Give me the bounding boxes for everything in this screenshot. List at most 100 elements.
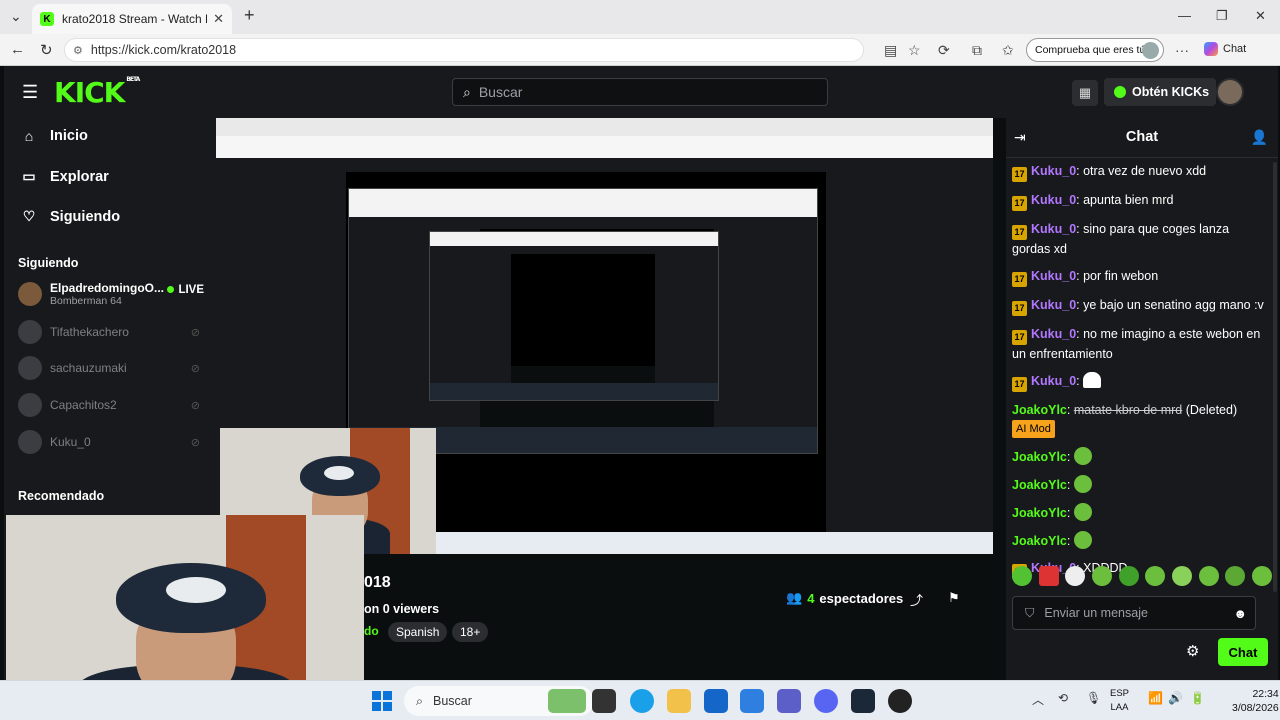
chat-panel: ⇥ Chat 👤 17 Kuku_0: otra vez de nuevo xdd… <box>1006 118 1278 680</box>
kick-logo[interactable]: KICK BETA <box>54 76 140 109</box>
share-icon[interactable]: ⤴ <box>910 590 923 609</box>
wifi-icon[interactable]: 📶 <box>1148 691 1163 705</box>
sidebar-item-explorar[interactable]: ▭ Explorar <box>20 168 108 185</box>
emote-icon[interactable] <box>1171 566 1192 586</box>
extensions-icon[interactable]: ⟳ <box>938 42 950 59</box>
emote-icon[interactable] <box>1198 566 1219 586</box>
close-window-icon[interactable]: ✕ <box>1255 8 1266 24</box>
chat-message-deleted: JoakoYlc: matate kbro de mrd (Deleted) A… <box>1012 401 1270 438</box>
reader-mode-icon[interactable]: ▤ <box>884 42 897 59</box>
browser-tab[interactable]: K krato2018 Stream - Watch Live on ✕ <box>32 4 232 34</box>
emote-icon[interactable] <box>1038 566 1059 586</box>
copilot-chat-button[interactable]: Chat <box>1204 42 1246 56</box>
language-indicator[interactable]: ESP LAA <box>1110 687 1129 715</box>
sidebar-item-inicio[interactable]: ⌂ Inicio <box>20 128 88 144</box>
chat-message-input[interactable]: ⛉ Enviar un mensaje ☻ <box>1012 596 1256 630</box>
chat-scrollbar[interactable] <box>1273 162 1277 592</box>
start-button[interactable] <box>372 691 392 711</box>
obs-icon[interactable] <box>888 689 912 713</box>
url-text: https://kick.com/krato2018 <box>90 43 237 57</box>
channel-avatar <box>18 320 42 344</box>
captured-chat <box>826 172 993 554</box>
chat-message: JoakoYlc: <box>1012 503 1270 522</box>
channel-avatar <box>18 282 42 306</box>
chat-messages: 17 Kuku_0: otra vez de nuevo xdd 17 Kuku_0… <box>1012 162 1270 588</box>
tag-spanish[interactable]: Spanish <box>388 622 448 642</box>
offline-icon: ⊘ <box>190 399 200 412</box>
channel-avatar <box>18 393 42 417</box>
chat-message: 17 Kuku_0: ye bajo un senatino agg mano :… <box>1012 296 1270 316</box>
offline-icon: ⊘ <box>190 326 200 339</box>
split-screen-icon[interactable]: ⧉ <box>972 42 982 59</box>
emote-icon[interactable] <box>1251 566 1272 586</box>
teams-icon[interactable] <box>777 689 801 713</box>
captured-kick-header <box>216 158 993 172</box>
new-tab-icon[interactable]: + <box>244 5 255 26</box>
sync-icon[interactable]: ⟲ <box>1058 691 1068 705</box>
search-icon: ⌕ <box>416 693 424 708</box>
minimize-icon[interactable]: — <box>1178 8 1191 23</box>
shield-icon: ⛉ <box>1025 605 1035 620</box>
emote-icon[interactable] <box>1065 566 1086 586</box>
mic-icon[interactable]: 🎙 <box>1086 691 1101 705</box>
windows-taskbar: ⌕ Buscar ︿ ⟲ 🎙 ESP LAA 📶 🔊 🔋 22:34 3/08/… <box>0 680 1280 720</box>
steam-icon[interactable] <box>851 689 875 713</box>
more-menu-icon[interactable]: ··· <box>1175 42 1189 58</box>
sidebar-item-siguiendo[interactable]: ♡ Siguiendo <box>20 208 120 225</box>
chat-message: 17 Kuku_0: <box>1012 372 1270 392</box>
chat-settings-icon[interactable]: ⚙ <box>1186 642 1199 660</box>
tray-expand-icon[interactable]: ︿ <box>1032 691 1044 708</box>
get-kicks-button[interactable]: Obtén KICKs <box>1104 78 1216 106</box>
channel-item[interactable]: Capachitos2 ⊘ <box>18 391 214 419</box>
task-view-icon[interactable] <box>592 689 616 713</box>
emote-icon[interactable] <box>1225 566 1246 586</box>
follow-icon[interactable]: ⚑ <box>948 590 960 606</box>
ai-mod-badge: AI Mod <box>1012 420 1055 438</box>
address-bar[interactable]: ⚙ https://kick.com/krato2018 <box>64 38 864 62</box>
clock[interactable]: 22:34 3/08/2026 <box>1232 687 1279 715</box>
chat-send-button[interactable]: Chat <box>1218 638 1268 666</box>
chat-message: JoakoYlc: <box>1012 475 1270 494</box>
channel-item[interactable]: Kuku_0 ⊘ <box>18 428 214 456</box>
store-icon[interactable] <box>704 689 728 713</box>
battery-icon[interactable]: 🔋 <box>1190 691 1205 705</box>
kicks-coin-icon <box>1114 86 1126 98</box>
edge-icon[interactable] <box>630 689 654 713</box>
channel-item[interactable]: ElpadredomingoO... Bomberman 64 LIVE <box>18 280 214 308</box>
volume-icon[interactable]: 🔊 <box>1168 691 1183 705</box>
user-avatar[interactable] <box>1216 78 1244 106</box>
reload-icon[interactable]: ↻ <box>40 41 53 59</box>
pepe-emote-icon <box>1073 503 1092 521</box>
video-player[interactable] <box>216 118 993 554</box>
tab-close-icon[interactable]: ✕ <box>213 11 224 27</box>
file-explorer-icon[interactable] <box>667 689 691 713</box>
emoji-picker-icon[interactable]: ☻ <box>1233 606 1247 621</box>
emote-icon[interactable] <box>1012 566 1032 586</box>
app-icon[interactable] <box>740 689 764 713</box>
live-badge: LIVE <box>167 284 204 296</box>
menu-icon[interactable]: ☰ <box>22 82 38 103</box>
search-input[interactable]: ⌕ Buscar <box>452 78 828 106</box>
tab-list-icon[interactable]: ⌄ <box>10 8 22 25</box>
emote-icon[interactable] <box>1091 566 1112 586</box>
layout-icon[interactable]: ▦ <box>1072 80 1098 106</box>
ghost-emote-icon <box>1083 372 1102 388</box>
favorites-icon[interactable]: ✩ <box>1002 42 1014 59</box>
emote-icon[interactable] <box>1145 566 1166 586</box>
widgets-icon[interactable] <box>548 689 586 713</box>
back-icon[interactable]: ← <box>10 41 25 58</box>
channel-item[interactable]: sachauzumaki ⊘ <box>18 354 214 382</box>
emote-icon[interactable] <box>1118 566 1139 586</box>
stream-category[interactable]: do <box>364 624 379 638</box>
maximize-icon[interactable]: ❐ <box>1216 8 1228 24</box>
verify-profile-button[interactable]: Comprueba que eres tú <box>1026 38 1164 62</box>
discord-icon[interactable] <box>814 689 838 713</box>
chat-users-icon[interactable]: 👤 <box>1251 129 1268 146</box>
tag-18plus[interactable]: 18+ <box>452 622 489 642</box>
favorite-star-icon[interactable]: ☆ <box>908 42 921 59</box>
tab-title: krato2018 Stream - Watch Live on <box>62 12 207 26</box>
kick-header: ☰ KICK BETA ⌕ Buscar ▦ Obtén KICKs <box>4 66 1278 118</box>
channel-item[interactable]: Tifathekachero ⊘ <box>18 318 214 346</box>
stream-subtitle: on 0 viewers <box>364 602 440 616</box>
site-info-icon[interactable]: ⚙ <box>73 44 83 57</box>
